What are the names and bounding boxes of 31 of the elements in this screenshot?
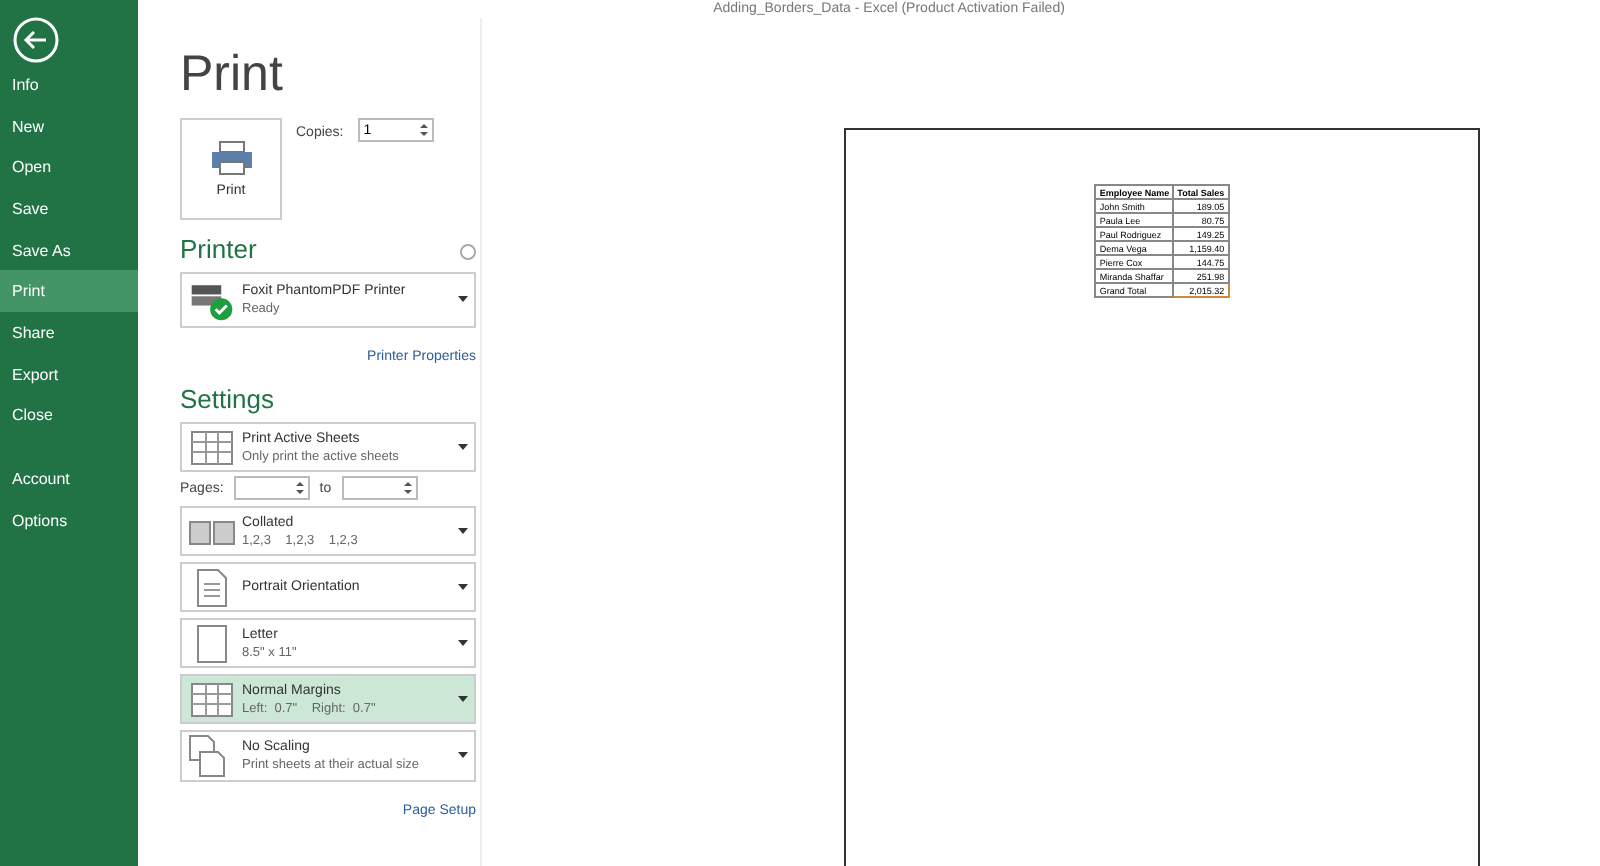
caret-icon bbox=[458, 527, 468, 535]
page-heading: Print bbox=[180, 46, 285, 104]
sidebar-item[interactable]: Export bbox=[0, 353, 138, 395]
printer-icon bbox=[209, 140, 253, 176]
collated-pages-icon bbox=[188, 515, 236, 547]
sidebar-item[interactable]: Share bbox=[0, 312, 138, 354]
sidebar-item[interactable]: Options bbox=[0, 499, 138, 542]
caret-icon bbox=[458, 695, 468, 703]
spinner-arrows-icon[interactable] bbox=[295, 480, 304, 496]
section-heading: Printer bbox=[180, 234, 257, 264]
spinner-arrows-icon[interactable] bbox=[419, 122, 428, 138]
sidebar-item[interactable]: New bbox=[0, 105, 138, 147]
info-icon bbox=[460, 244, 476, 260]
sidebar-item[interactable]: Close bbox=[0, 395, 138, 437]
sidebar-item[interactable]: Open bbox=[0, 146, 138, 189]
caret-icon bbox=[458, 752, 468, 760]
caret-icon bbox=[458, 639, 468, 647]
caret-icon bbox=[458, 443, 468, 451]
sidebar-item[interactable]: Print bbox=[0, 270, 138, 313]
section-heading: Settings bbox=[180, 384, 276, 414]
spinner-arrows-icon[interactable] bbox=[403, 480, 412, 496]
pages-from-field[interactable] bbox=[233, 476, 310, 500]
grid-icon bbox=[188, 427, 236, 467]
sidebar-item[interactable]: Account bbox=[0, 458, 138, 500]
grid-icon bbox=[188, 679, 236, 719]
sidebar-item[interactable]: Save As bbox=[0, 229, 138, 271]
pages-to-field[interactable] bbox=[341, 476, 418, 500]
sidebar-item[interactable]: Save bbox=[0, 188, 138, 230]
sidebar-item[interactable]: Info bbox=[0, 64, 138, 106]
caret-icon bbox=[458, 583, 468, 591]
caret-icon bbox=[458, 296, 468, 304]
